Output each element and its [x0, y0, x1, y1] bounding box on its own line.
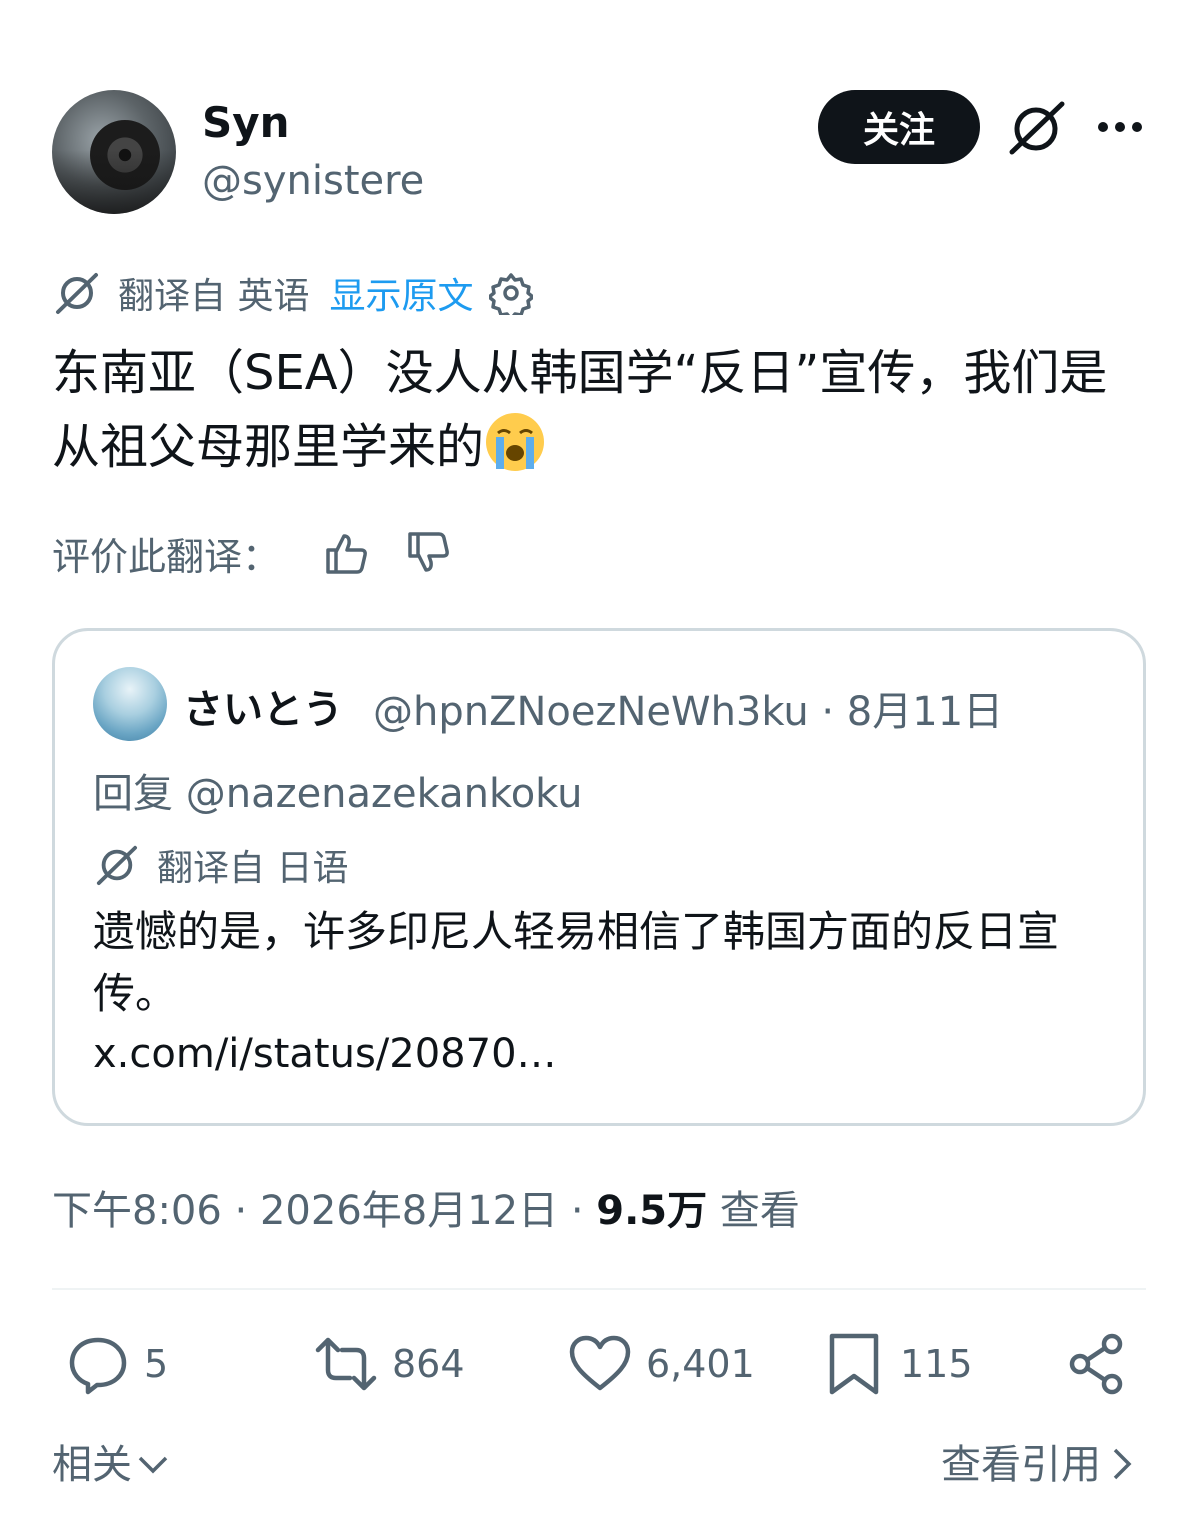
- loudly-crying-face-emoji: [486, 413, 545, 471]
- timestamp-text[interactable]: 下午8:06 · 2026年8月12日 ·: [52, 1188, 596, 1234]
- related-label: 相关: [52, 1442, 132, 1488]
- retweet-count: 864: [392, 1342, 465, 1386]
- grok-icon[interactable]: [1006, 100, 1066, 156]
- bookmark-count: 115: [900, 1342, 973, 1386]
- bookmark-icon: [829, 1333, 879, 1395]
- tweet-text: 东南亚（SEA）没人从韩国学“反日”宣传，我们是从祖父母那里学来的: [52, 336, 1152, 484]
- quoted-translation-bar: 翻译自 日语: [93, 841, 348, 889]
- view-quotes-link[interactable]: 查看引用: [941, 1432, 1137, 1490]
- share-icon: [1069, 1333, 1123, 1395]
- rate-translation: 评价此翻译：: [52, 528, 452, 579]
- rate-translation-label: 评价此翻译：: [52, 534, 281, 579]
- quoted-display-name: さいとう: [183, 687, 343, 733]
- author-handle[interactable]: @synistere: [202, 158, 424, 204]
- reply-icon: [69, 1337, 127, 1395]
- translated-from-label: 翻译自 英语: [118, 276, 310, 317]
- grok-translate-icon: [56, 273, 98, 314]
- like-button[interactable]: 6,401: [568, 1332, 755, 1396]
- quoted-link[interactable]: x.com/i/status/20870…: [93, 1031, 557, 1077]
- chevron-right-icon: [1113, 1448, 1132, 1480]
- tweet-body: 东南亚（SEA）没人从韩国学“反日”宣传，我们是从祖父母那里学来的: [52, 345, 1108, 475]
- avatar-shade: [52, 150, 176, 214]
- share-button[interactable]: [1066, 1332, 1130, 1396]
- thumbs-up-icon[interactable]: [324, 530, 370, 576]
- view-quotes-label: 查看引用: [941, 1442, 1101, 1488]
- follow-button[interactable]: 关注: [818, 90, 980, 164]
- view-count: 9.5万: [596, 1188, 708, 1234]
- more-options-icon[interactable]: [1096, 114, 1144, 140]
- avatar[interactable]: [52, 90, 176, 214]
- like-count: 6,401: [646, 1342, 755, 1386]
- quoted-translated-from-label: 翻译自 日语: [157, 848, 349, 889]
- reply-button[interactable]: 5: [66, 1332, 168, 1396]
- divider: [52, 1288, 1146, 1290]
- quoted-tweet[interactable]: さいとう @hpnZNoezNeWh3ku · 8月11日 回复 @nazena…: [52, 628, 1146, 1126]
- translation-bar: 翻译自 英语 显示原文: [52, 267, 534, 319]
- reply-count: 5: [144, 1342, 169, 1386]
- views-label: 查看: [707, 1188, 800, 1234]
- bookmark-button[interactable]: 115: [822, 1332, 973, 1396]
- grok-translate-icon: [96, 845, 137, 886]
- quoted-avatar[interactable]: [93, 667, 167, 741]
- tweet-timestamp: 下午8:06 · 2026年8月12日 · 9.5万 查看: [52, 1178, 800, 1236]
- retweet-icon: [315, 1337, 377, 1391]
- heart-icon: [569, 1335, 631, 1391]
- quoted-reply-to: 回复 @nazenazekankoku: [93, 771, 583, 817]
- chevron-down-icon: [138, 1456, 168, 1474]
- quoted-text: 遗憾的是，许多印尼人轻易相信了韩国方面的反日宣传。: [93, 907, 1060, 1018]
- thumbs-down-icon[interactable]: [406, 530, 452, 576]
- author-display-name[interactable]: Syn: [202, 98, 290, 147]
- gear-icon[interactable]: [489, 271, 534, 315]
- show-original-link[interactable]: 显示原文: [329, 267, 473, 319]
- retweet-button[interactable]: 864: [314, 1332, 465, 1396]
- quoted-handle-date: @hpnZNoezNeWh3ku · 8月11日: [373, 689, 1004, 735]
- related-toggle[interactable]: 相关: [52, 1432, 170, 1490]
